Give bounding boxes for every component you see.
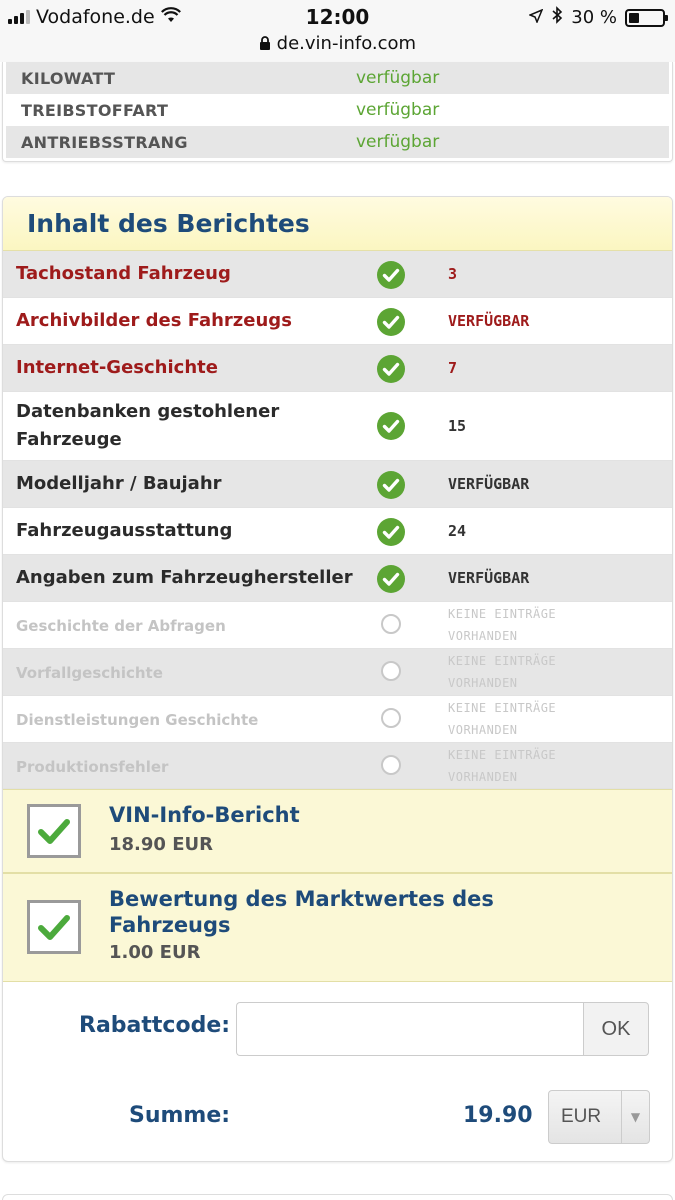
product-vin-report[interactable]: VIN-Info-Bericht 18.90 EUR: [3, 789, 672, 873]
checkmark-icon: [38, 819, 70, 844]
battery-percent: 30 %: [571, 7, 617, 28]
report-item-label: Angaben zum Fahrzeughersteller: [16, 567, 353, 588]
report-item-label: Modelljahr / Baujahr: [16, 473, 222, 494]
report-item-row: Vorfallgeschichte KEINE EINTRÄGE VORHAND…: [3, 649, 672, 696]
check-circle-icon: [377, 261, 405, 289]
report-item-row: Geschichte der Abfragen KEINE EINTRÄGE V…: [3, 602, 672, 649]
report-item-label: Internet-Geschichte: [16, 357, 218, 378]
report-item-row: Produktionsfehler KEINE EINTRÄGE VORHAND…: [3, 743, 672, 789]
spec-label: TREIBSTOFFART: [21, 100, 169, 120]
url-text: de.vin-info.com: [276, 33, 417, 54]
report-item-value: VORHANDEN: [448, 676, 518, 690]
total-value: 19.90: [463, 1103, 533, 1128]
check-circle-icon: [377, 412, 405, 440]
report-item-label: Archivbilder des Fahrzeugs: [16, 310, 292, 331]
report-item-value: KEINE EINTRÄGE: [448, 654, 557, 668]
empty-circle-icon: [381, 708, 401, 728]
empty-circle-icon: [381, 661, 401, 681]
product-name: Fahrzeugs: [109, 913, 231, 937]
location-arrow-icon: [528, 7, 544, 28]
discount-label: Rabattcode:: [79, 1013, 231, 1038]
product-price: 1.00 EUR: [109, 942, 201, 963]
report-item-value: VORHANDEN: [448, 723, 518, 737]
report-item-label: Fahrzeugausstattung: [16, 520, 233, 541]
report-item-row: Fahrzeugausstattung 24: [3, 508, 672, 555]
discount-code-input[interactable]: [236, 1002, 584, 1056]
report-item-row: Modelljahr / Baujahr VERFÜGBAR: [3, 461, 672, 508]
discount-ok-button[interactable]: OK: [583, 1002, 649, 1056]
report-item-label: Datenbanken gestohlener: [16, 401, 280, 422]
report-item-row: Archivbilder des Fahrzeugs VERFÜGBAR: [3, 298, 672, 345]
report-item-value: VERFÜGBAR: [448, 475, 530, 493]
report-item-row: Internet-Geschichte 7: [3, 345, 672, 392]
status-bar: Vodafone.de 12:00 de.vin-info.com 30 %: [0, 0, 675, 62]
report-item-value: VERFÜGBAR: [448, 312, 530, 330]
total-label: Summe:: [129, 1103, 231, 1128]
report-item-row: Dienstleistungen Geschichte KEINE EINTRÄ…: [3, 696, 672, 743]
check-circle-icon: [377, 518, 405, 546]
report-item-value: VORHANDEN: [448, 629, 518, 643]
product-name: VIN-Info-Bericht: [109, 803, 300, 827]
check-circle-icon: [377, 565, 405, 593]
product-market-value[interactable]: Bewertung des Marktwertes des Fahrzeugs …: [3, 873, 672, 982]
report-item-value: 15: [448, 417, 467, 435]
product-name: Bewertung des Marktwertes des: [109, 887, 494, 911]
check-circle-icon: [377, 471, 405, 499]
spec-value: verfügbar: [356, 100, 440, 120]
report-header: Inhalt des Berichtes: [3, 197, 672, 251]
report-item-value: VORHANDEN: [448, 770, 518, 784]
empty-circle-icon: [381, 755, 401, 775]
next-card: [2, 1194, 673, 1200]
report-item-row: Tachostand Fahrzeug 3: [3, 251, 672, 298]
report-item-row: Angaben zum Fahrzeughersteller VERFÜGBAR: [3, 555, 672, 602]
report-item-label: Tachostand Fahrzeug: [16, 263, 231, 284]
report-item-label: Vorfallgeschichte: [16, 664, 163, 682]
report-item-value: KEINE EINTRÄGE: [448, 748, 557, 762]
spec-row: ANTRIEBSSTRANG verfügbar: [6, 126, 669, 158]
report-title: Inhalt des Berichtes: [27, 209, 310, 238]
report-item-label: Produktionsfehler: [16, 758, 169, 776]
report-item-value: 7: [448, 359, 458, 377]
spec-table: KILOWATT verfügbar TREIBSTOFFART verfügb…: [2, 62, 673, 162]
spec-value: verfügbar: [356, 132, 440, 152]
report-item-label: Fahrzeuge: [16, 429, 122, 450]
report-item-value: KEINE EINTRÄGE: [448, 701, 557, 715]
battery-icon: [625, 8, 668, 27]
bluetooth-icon: [551, 6, 563, 29]
report-item-value: 24: [448, 522, 467, 540]
spec-value: verfügbar: [356, 68, 440, 88]
spec-label: ANTRIEBSSTRANG: [21, 132, 188, 152]
report-item-label: Dienstleistungen Geschichte: [16, 711, 259, 729]
url-bar[interactable]: de.vin-info.com: [0, 33, 675, 54]
product-checkbox[interactable]: [27, 900, 81, 954]
check-circle-icon: [377, 355, 405, 383]
spec-label: KILOWATT: [21, 68, 116, 88]
chevron-down-icon: ▼: [621, 1091, 649, 1143]
product-price: 18.90 EUR: [109, 834, 213, 855]
currency-selected: EUR: [561, 1106, 602, 1127]
report-item-row: Datenbanken gestohlener Fahrzeuge 15: [3, 392, 672, 461]
report-item-label: Geschichte der Abfragen: [16, 617, 226, 635]
status-right: 30 %: [528, 6, 668, 29]
product-checkbox[interactable]: [27, 804, 81, 858]
spec-row: KILOWATT verfügbar: [6, 62, 669, 94]
report-card: Inhalt des Berichtes Tachostand Fahrzeug…: [2, 196, 673, 1162]
report-item-value: 3: [448, 265, 458, 283]
checkmark-icon: [38, 915, 70, 940]
check-circle-icon: [377, 308, 405, 336]
report-item-value: VERFÜGBAR: [448, 569, 530, 587]
lock-icon: [259, 33, 277, 54]
empty-circle-icon: [381, 614, 401, 634]
currency-select[interactable]: EUR ▼: [548, 1090, 650, 1144]
spec-row: TREIBSTOFFART verfügbar: [6, 94, 669, 126]
report-item-value: KEINE EINTRÄGE: [448, 607, 557, 621]
